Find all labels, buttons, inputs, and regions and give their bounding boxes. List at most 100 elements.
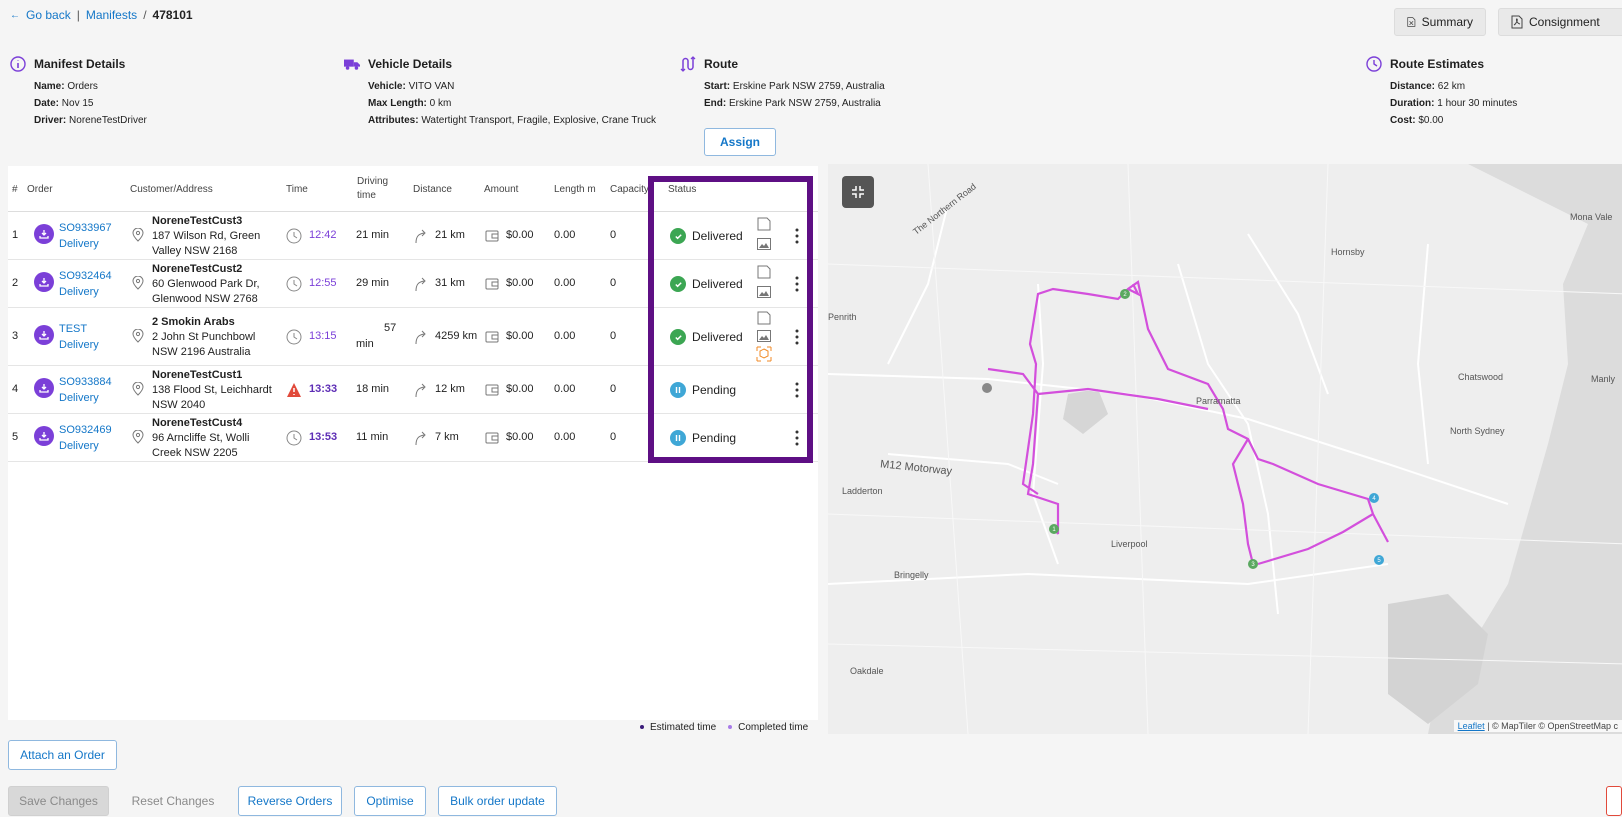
legend-estimated: Estimated time xyxy=(640,722,716,733)
back-arrow-icon[interactable]: ← xyxy=(10,10,20,21)
download-icon[interactable] xyxy=(34,272,54,292)
summary-label: Summary xyxy=(1421,15,1473,29)
distance: 31 km xyxy=(435,277,465,289)
more-options-icon[interactable] xyxy=(794,329,800,345)
pause-circle-icon xyxy=(670,382,686,398)
location-pin-icon xyxy=(132,276,144,290)
check-circle-icon xyxy=(670,228,686,244)
manifests-link[interactable]: Manifests xyxy=(86,8,137,22)
map-label-parramatta: Parramatta xyxy=(1196,396,1241,406)
customer-address: 2 Smokin Arabs 2 John St Punchbowl NSW 219… xyxy=(152,316,256,358)
clock-icon xyxy=(286,276,302,292)
image-icon[interactable] xyxy=(756,236,772,252)
leaflet-link[interactable]: Leaflet xyxy=(1458,721,1485,731)
check-circle-icon xyxy=(670,329,686,345)
location-pin-icon xyxy=(132,228,144,242)
download-icon[interactable] xyxy=(34,426,54,446)
customer-address: NoreneTestCust4 96 Arncliffe St, Wolli Cre… xyxy=(152,417,250,459)
download-icon[interactable] xyxy=(34,224,54,244)
location-pin-icon xyxy=(132,329,144,343)
bulk-order-update-button[interactable]: Bulk order update xyxy=(438,786,557,816)
more-options-icon[interactable] xyxy=(794,430,800,446)
status-badge: Delivered xyxy=(692,330,743,344)
consignment-button[interactable]: Consignment xyxy=(1498,8,1622,36)
wallet-icon xyxy=(485,384,499,396)
order-link[interactable]: SO932464 Delivery xyxy=(59,268,112,300)
map-label-mona-vale: Mona Vale xyxy=(1570,212,1613,222)
reset-changes-button[interactable]: Reset Changes xyxy=(124,786,222,816)
row-number: 2 xyxy=(12,277,19,289)
table-row[interactable]: 5 SO932469 Delivery NoreneTestCust4 96 Arn… xyxy=(8,414,818,462)
order-time: 13:53 xyxy=(309,431,338,443)
pause-circle-icon xyxy=(670,430,686,446)
amount: $0.00 xyxy=(506,431,534,443)
table-row[interactable]: 2 SO932464 Delivery NoreneTestCust2 60 Gle… xyxy=(8,260,818,308)
status-badge: Delivered xyxy=(692,277,743,291)
attach-order-button[interactable]: Attach an Order xyxy=(8,740,117,770)
header-amount: Amount xyxy=(484,184,519,195)
length: 0.00 xyxy=(554,229,576,241)
order-link[interactable]: SO933967 Delivery xyxy=(59,220,112,252)
order-link[interactable]: TEST Delivery xyxy=(59,321,99,353)
delete-button-partial[interactable] xyxy=(1606,786,1622,816)
assign-button[interactable]: Assign xyxy=(704,128,776,156)
route-estimates-title: Route Estimates xyxy=(1366,56,1517,72)
driving-time-unit: min xyxy=(356,338,374,350)
vehicle-details-title: Vehicle Details xyxy=(344,56,656,72)
capacity: 0 xyxy=(610,383,617,395)
save-changes-button[interactable]: Save Changes xyxy=(8,786,109,816)
table-row[interactable]: 3 TEST Delivery 2 Smokin Arabs 2 John St P… xyxy=(8,308,818,366)
order-link[interactable]: SO933884 Delivery xyxy=(59,374,112,406)
distance-icon xyxy=(415,431,426,446)
capacity: 0 xyxy=(610,431,617,443)
package-icon[interactable] xyxy=(756,346,772,362)
summary-button[interactable]: Summary xyxy=(1394,8,1486,36)
order-time: 13:15 xyxy=(309,330,337,342)
header-order: Order xyxy=(27,184,53,195)
distance-icon xyxy=(415,330,426,345)
order-link[interactable]: SO932469 Delivery xyxy=(59,422,112,454)
go-back-link[interactable]: Go back xyxy=(26,8,71,22)
capacity: 0 xyxy=(610,229,617,241)
image-icon[interactable] xyxy=(756,284,772,300)
table-row[interactable]: 1 SO933967 Delivery NoreneTestCust3 187 Wi… xyxy=(8,212,818,260)
wallet-icon xyxy=(485,432,499,444)
header-length: Length m xyxy=(554,184,596,195)
legend-completed: Completed time xyxy=(728,722,808,733)
more-options-icon[interactable] xyxy=(794,228,800,244)
optimise-button[interactable]: Optimise xyxy=(354,786,426,816)
more-options-icon[interactable] xyxy=(794,382,800,398)
reverse-orders-button[interactable]: Reverse Orders xyxy=(238,786,342,816)
document-icon[interactable] xyxy=(756,216,772,232)
manifest-details-title: Manifest Details xyxy=(10,56,147,72)
image-icon[interactable] xyxy=(756,328,772,344)
clock-icon xyxy=(286,430,302,446)
more-options-icon[interactable] xyxy=(794,276,800,292)
check-circle-icon xyxy=(670,276,686,292)
info-icon xyxy=(10,56,26,72)
document-icon[interactable] xyxy=(756,310,772,326)
document-icon[interactable] xyxy=(756,264,772,280)
customer-address: NoreneTestCust1 138 Flood St, Leichhardt N… xyxy=(152,369,272,411)
map-label-chatswood: Chatswood xyxy=(1458,372,1504,382)
vehicle-max-length: Max Length: 0 km xyxy=(368,98,452,109)
manifest-name: Name: Orders xyxy=(34,81,98,92)
distance: 12 km xyxy=(435,383,465,395)
estimate-distance: Distance: 62 km xyxy=(1390,81,1466,92)
warning-icon xyxy=(287,383,301,397)
route-map[interactable]: 1 2 3 4 5 Penrith Parramatta Liverpool H… xyxy=(828,164,1622,734)
collapse-map-icon[interactable] xyxy=(842,176,874,208)
download-icon[interactable] xyxy=(34,378,54,398)
driving-time: 29 min xyxy=(356,277,390,289)
manifest-details: Manifest Details Name: Orders Date: Nov … xyxy=(10,56,147,129)
wallet-icon xyxy=(485,230,499,242)
length: 0.00 xyxy=(554,277,576,289)
header-status: Status xyxy=(668,184,697,195)
length: 0.00 xyxy=(554,330,576,342)
table-row[interactable]: 4 SO933884 Delivery NoreneTestCust1 138 Fl… xyxy=(8,366,818,414)
distance: 4259 km xyxy=(435,330,478,342)
length: 0.00 xyxy=(554,431,576,443)
distance: 21 km xyxy=(435,229,465,241)
download-icon[interactable] xyxy=(34,325,54,345)
header-distance: Distance xyxy=(413,184,452,195)
